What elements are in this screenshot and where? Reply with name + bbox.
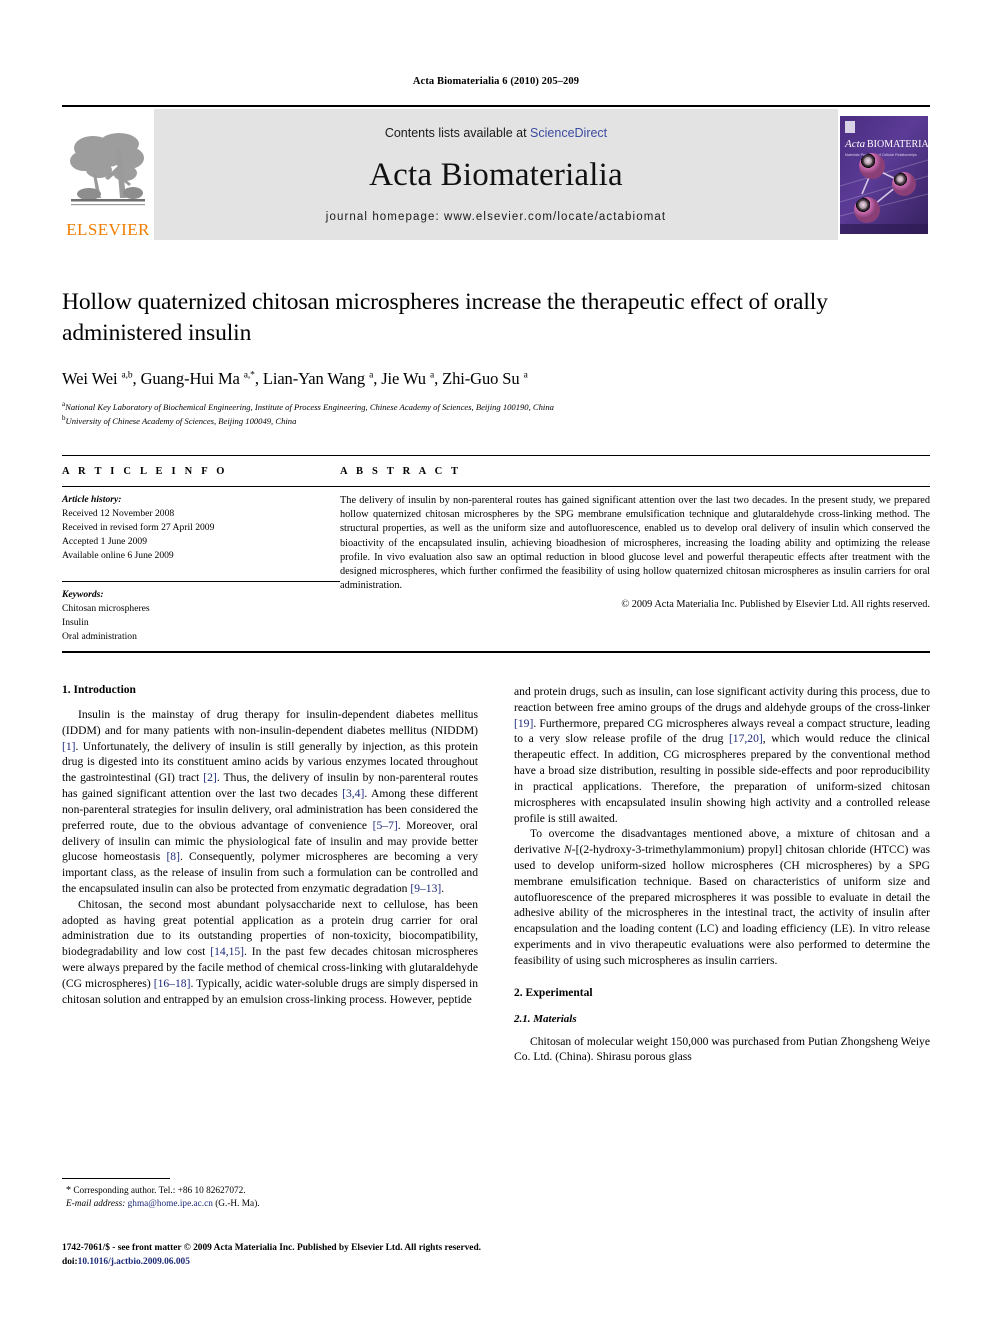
page-title: Hollow quaternized chitosan microspheres… <box>62 289 828 347</box>
intro-paragraph-1: Insulin is the mainstay of drug therapy … <box>62 707 478 897</box>
intro-paragraph-2: Chitosan, the second most abundant polys… <box>62 897 478 1008</box>
article-info-heading: A R T I C L E I N F O <box>62 466 228 477</box>
affiliation-b: bUniversity of Chinese Academy of Scienc… <box>62 413 297 426</box>
history-item: Available online 6 June 2009 <box>62 550 174 561</box>
text-run: , which would reduce the clinical therap… <box>514 732 930 825</box>
affiliation-a-text: National Key Laboratory of Biochemical E… <box>65 401 554 412</box>
running-head: Acta Biomaterialia 6 (2010) 205–209 <box>412 76 580 87</box>
contents-prefix: Contents lists available at <box>384 126 531 140</box>
keyword-item: Oral administration <box>62 631 137 642</box>
citation-ref[interactable]: [19] <box>514 717 533 730</box>
journal-masthead: ELSEVIER Contents lists available at Sci… <box>62 105 930 240</box>
affiliations: aNational Key Laboratory of Biochemical … <box>62 399 930 428</box>
citation-ref[interactable]: [17,20] <box>729 732 763 745</box>
email-label: E-mail address: <box>66 1199 126 1210</box>
page-footer: 1742-7061/$ - see front matter © 2009 Ac… <box>62 1242 930 1269</box>
body-column-right: and protein drugs, such as insulin, can … <box>514 684 930 1244</box>
doi-link[interactable]: 10.1016/j.actbio.2009.06.005 <box>78 1257 190 1267</box>
citation-ref[interactable]: [2] <box>203 771 217 784</box>
issn-copyright-line: 1742-7061/$ - see front matter © 2009 Ac… <box>62 1243 482 1253</box>
corresponding-author-footnote: * Corresponding author. Tel.: +86 10 826… <box>62 1178 478 1211</box>
history-item: Accepted 1 June 2009 <box>62 536 147 547</box>
keywords-label: Keywords: <box>62 589 104 600</box>
section-heading-experimental: 2. Experimental <box>514 986 593 999</box>
citation-ref[interactable]: [16–18] <box>154 977 191 990</box>
text-run: -[(2-hydroxy-3-trimethylammonium) propyl… <box>514 843 930 967</box>
keywords-group: Keywords: Chitosan microspheres Insulin … <box>62 582 340 644</box>
citation-ref[interactable]: [9–13] <box>410 882 441 895</box>
email-owner: (G.-H. Ma). <box>215 1199 260 1210</box>
svg-text:Acta: Acta <box>844 138 866 150</box>
author-list: Wei Wei a,b, Guang-Hui Ma a,*, Lian-Yan … <box>62 368 528 388</box>
journal-cover-thumbnail: Acta BIOMATERIALIA Materials Properties … <box>838 109 930 240</box>
svg-text:Materials Properties of Cellul: Materials Properties of Cellular Relatio… <box>845 153 917 157</box>
corresponding-author-line: * Corresponding author. Tel.: +86 10 826… <box>62 1184 478 1198</box>
article-history-group: Article history: Received 12 November 20… <box>62 487 340 563</box>
corresponding-author-text: Corresponding author. Tel.: +86 10 82627… <box>73 1186 246 1196</box>
citation-ref[interactable]: [5–7] <box>373 819 398 832</box>
abstract-text: The delivery of insulin by non-parentera… <box>340 495 930 592</box>
keyword-item: Insulin <box>62 617 89 628</box>
text-run: . <box>441 881 445 895</box>
cover-image: Acta BIOMATERIALIA Materials Properties … <box>840 115 928 234</box>
masthead-center-panel: Contents lists available at ScienceDirec… <box>154 109 838 240</box>
citation-ref[interactable]: [3,4] <box>342 787 364 800</box>
info-abstract-band: A R T I C L E I N F O Article history: R… <box>62 455 930 653</box>
chemical-name-italic: N <box>564 843 572 857</box>
footnote-rule <box>62 1178 170 1179</box>
abstract-copyright: © 2009 Acta Materialia Inc. Published by… <box>621 599 930 611</box>
band-bottom-rule <box>62 651 930 653</box>
text-run: Insulin is the mainstay of drug therapy … <box>62 708 478 737</box>
journal-homepage-link[interactable]: journal homepage: www.elsevier.com/locat… <box>326 211 666 223</box>
email-link[interactable]: ghma@home.ipe.ac.cn <box>128 1199 213 1209</box>
history-item: Received 12 November 2008 <box>62 508 175 519</box>
svg-text:BIOMATERIALIA: BIOMATERIALIA <box>867 139 928 150</box>
subsection-heading-materials: 2.1. Materials <box>514 1012 577 1025</box>
doi-line: doi:10.1016/j.actbio.2009.06.005 <box>62 1256 930 1270</box>
contents-available-line: Contents lists available at ScienceDirec… <box>385 126 607 140</box>
sciencedirect-link[interactable]: ScienceDirect <box>530 126 607 140</box>
body-column-left: 1. Introduction Insulin is the mainstay … <box>62 684 478 1244</box>
section-heading-introduction: 1. Introduction <box>62 684 136 696</box>
email-line: E-mail address: ghma@home.ipe.ac.cn (G.-… <box>62 1198 478 1211</box>
article-info-column: A R T I C L E I N F O Article history: R… <box>62 466 340 644</box>
asterisk-icon: * <box>66 1185 71 1196</box>
elsevier-tree-icon <box>69 128 147 220</box>
citation-ref[interactable]: [14,15] <box>210 945 244 958</box>
intro-paragraph-3: and protein drugs, such as insulin, can … <box>514 684 930 826</box>
citation-ref[interactable]: [1] <box>62 740 76 753</box>
text-run: and protein drugs, such as insulin, can … <box>514 685 930 714</box>
materials-paragraph-1: Chitosan of molecular weight 150,000 was… <box>514 1034 930 1064</box>
abstract-column: A B S T R A C T The delivery of insulin … <box>340 466 930 644</box>
keyword-item: Chitosan microspheres <box>62 603 150 614</box>
history-item: Received in revised form 27 April 2009 <box>62 522 215 533</box>
elsevier-wordmark: ELSEVIER <box>66 220 150 239</box>
doi-prefix: doi: <box>62 1256 78 1267</box>
affiliation-a: aNational Key Laboratory of Biochemical … <box>62 399 554 412</box>
article-history-label: Article history: <box>62 494 122 505</box>
intro-paragraph-4: To overcome the disadvantages mentioned … <box>514 826 930 968</box>
elsevier-logo: ELSEVIER <box>62 109 154 240</box>
body-columns: 1. Introduction Insulin is the mainstay … <box>62 684 930 1244</box>
journal-article-page: Acta Biomaterialia 6 (2010) 205–209 ELSE… <box>0 0 992 1323</box>
journal-title: Acta Biomaterialia <box>369 157 623 193</box>
abstract-heading: A B S T R A C T <box>340 466 462 477</box>
title-block: Hollow quaternized chitosan microspheres… <box>62 287 930 427</box>
affiliation-b-text: University of Chinese Academy of Science… <box>65 415 297 426</box>
citation-ref[interactable]: [8] <box>166 850 180 863</box>
